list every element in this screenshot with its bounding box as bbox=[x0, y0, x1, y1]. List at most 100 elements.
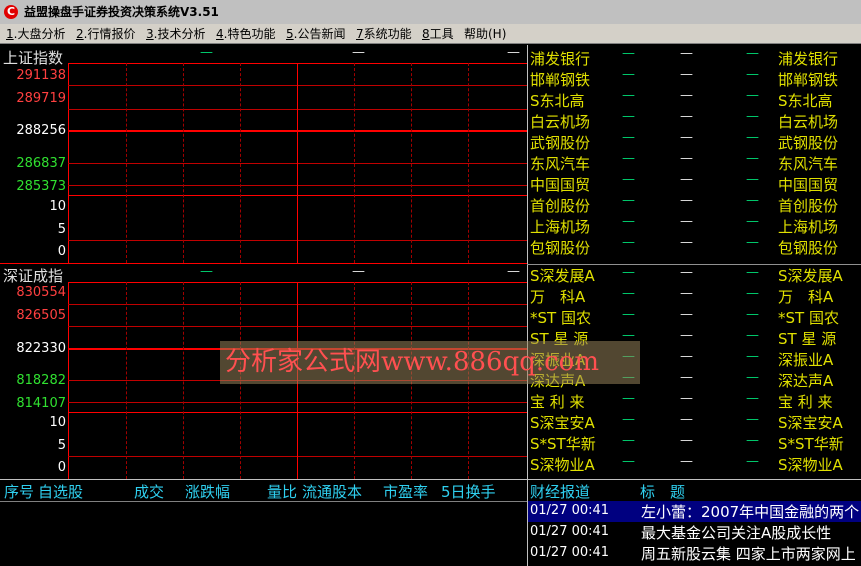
stock-value: — bbox=[746, 265, 759, 280]
stock-value: — bbox=[680, 454, 693, 469]
stock-value: — bbox=[680, 328, 693, 343]
col-header-volume-ratio[interactable]: 量比 bbox=[267, 481, 297, 502]
stock-value: — bbox=[622, 307, 635, 322]
sh-axis-label: 285373 bbox=[16, 179, 66, 194]
stock-name-right[interactable]: S深宝安A bbox=[778, 412, 843, 433]
stock-value: — bbox=[746, 46, 759, 61]
menu-hotkey: 5 bbox=[286, 27, 294, 41]
stock-name-right[interactable]: *ST 国农 bbox=[778, 307, 839, 328]
stock-name-right[interactable]: 包钢股份 bbox=[778, 237, 838, 258]
stock-name-right[interactable]: S深发展A bbox=[778, 265, 843, 286]
sh-axis-label: 291138 bbox=[16, 68, 66, 83]
stock-name[interactable]: 东风汽车 bbox=[530, 153, 590, 174]
menu-label: 帮助(H) bbox=[464, 27, 507, 41]
stock-value: — bbox=[680, 193, 693, 208]
stock-name-right[interactable]: 上海机场 bbox=[778, 216, 838, 237]
stock-name-right[interactable]: 宝 利 来 bbox=[778, 391, 833, 412]
menu-item-system[interactable]: 7系统功能 bbox=[356, 25, 412, 43]
stock-value: — bbox=[746, 172, 759, 187]
stock-value: — bbox=[746, 67, 759, 82]
col-header-volume[interactable]: 成交 bbox=[134, 481, 164, 502]
stock-value: — bbox=[622, 391, 635, 406]
stock-value: — bbox=[746, 391, 759, 406]
stock-name-right[interactable]: 东风汽车 bbox=[778, 153, 838, 174]
sh-axis-label: 10 bbox=[49, 199, 66, 214]
stock-list-top: 浦发银行 邯郸钢铁 S东北高 白云机场 武钢股份 东风汽车 中国国贸 首创股份 … bbox=[528, 46, 861, 264]
stock-value: — bbox=[622, 109, 635, 124]
stock-name[interactable]: 万 科A bbox=[530, 286, 585, 307]
stock-name[interactable]: S深宝安A bbox=[530, 412, 595, 433]
stock-value: — bbox=[746, 349, 759, 364]
news-header-category[interactable]: 财经报道 bbox=[530, 481, 590, 502]
stock-name[interactable]: 包钢股份 bbox=[530, 237, 590, 258]
stock-name-right[interactable]: S深物业A bbox=[778, 454, 843, 475]
news-row-selected[interactable]: 01/27 00:41 左小蕾：2007年中国金融的两个 bbox=[528, 501, 861, 522]
menu-item-special-features[interactable]: 4.特色功能 bbox=[216, 25, 275, 43]
col-header-turnover-5d[interactable]: 5日换手 bbox=[441, 481, 496, 502]
stock-name-right[interactable]: 白云机场 bbox=[778, 111, 838, 132]
stock-name-right[interactable]: 万 科A bbox=[778, 286, 833, 307]
stock-name-right[interactable]: 中国国贸 bbox=[778, 174, 838, 195]
stock-name[interactable]: 宝 利 来 bbox=[530, 391, 585, 412]
grid-line bbox=[354, 63, 355, 263]
stock-name[interactable]: 中国国贸 bbox=[530, 174, 590, 195]
stock-name[interactable]: 武钢股份 bbox=[530, 132, 590, 153]
title-bar: C 益盟操盘手证券投资决策系统V3.51 bbox=[0, 0, 861, 24]
col-header-change[interactable]: 涨跌幅 bbox=[185, 481, 230, 502]
stock-value: — bbox=[746, 307, 759, 322]
stock-value: — bbox=[622, 46, 635, 61]
menu-item-help[interactable]: 帮助(H) bbox=[464, 25, 506, 43]
menu-label: 系统功能 bbox=[363, 27, 412, 41]
menu-item-market-analysis[interactable]: 1.大盘分析 bbox=[6, 25, 65, 43]
stock-name[interactable]: 白云机场 bbox=[530, 111, 590, 132]
stock-name[interactable]: 首创股份 bbox=[530, 195, 590, 216]
col-header-pe[interactable]: 市盈率 bbox=[383, 481, 428, 502]
stock-dash-column: — — — — — — — — — — bbox=[622, 46, 642, 256]
stock-name[interactable]: S东北高 bbox=[530, 90, 585, 111]
stock-name[interactable]: 邯郸钢铁 bbox=[530, 69, 590, 90]
stock-name-right[interactable]: S*ST华新 bbox=[778, 433, 844, 454]
stock-name[interactable]: S深发展A bbox=[530, 265, 595, 286]
sh-index-chart[interactable]: 上证指数 — — — 291138 289719 288256 286837 2… bbox=[0, 45, 527, 263]
menu-hotkey: 7 bbox=[356, 27, 364, 41]
stock-name-right[interactable]: S东北高 bbox=[778, 90, 833, 111]
stock-name[interactable]: *ST 国农 bbox=[530, 307, 591, 328]
menu-item-technical-analysis[interactable]: 3.技术分析 bbox=[146, 25, 205, 43]
stock-name-right[interactable]: 武钢股份 bbox=[778, 132, 838, 153]
stock-name[interactable]: S*ST华新 bbox=[530, 433, 596, 454]
stock-value: — bbox=[680, 46, 693, 61]
stock-value: — bbox=[622, 235, 635, 250]
stock-name-right[interactable]: 深达声A bbox=[778, 370, 833, 391]
sz-dash-1: — bbox=[200, 264, 213, 279]
stock-name-right[interactable]: 浦发银行 bbox=[778, 48, 838, 69]
stock-value: — bbox=[680, 151, 693, 166]
stock-name-right[interactable]: ST 星 源 bbox=[778, 328, 836, 349]
news-row[interactable]: 01/27 00:41 最大基金公司关注A股成长性 bbox=[528, 522, 861, 543]
stock-name-right[interactable]: 深振业A bbox=[778, 349, 833, 370]
col-header-float-shares[interactable]: 流通股本 bbox=[302, 481, 362, 502]
col-header-watchlist[interactable]: 自选股 bbox=[38, 481, 83, 502]
news-header-title: 标 题 bbox=[640, 483, 686, 501]
news-title: 周五新股云集 四家上市两家网上 bbox=[641, 545, 856, 563]
menu-item-announcements[interactable]: 5.公告新闻 bbox=[286, 25, 345, 43]
stock-value: — bbox=[680, 349, 693, 364]
stock-value: — bbox=[746, 214, 759, 229]
stock-name[interactable]: 上海机场 bbox=[530, 216, 590, 237]
stock-name[interactable]: 浦发银行 bbox=[530, 48, 590, 69]
col-header-index[interactable]: 序号 bbox=[4, 481, 34, 502]
menu-item-quotes[interactable]: 2.行情报价 bbox=[76, 25, 135, 43]
news-row[interactable]: 01/27 00:41 周五新股云集 四家上市两家网上 bbox=[528, 543, 861, 564]
stock-value: — bbox=[746, 412, 759, 427]
stock-name-right[interactable]: 邯郸钢铁 bbox=[778, 69, 838, 90]
watchlist-header: 序号 自选股 成交 涨跌幅 量比 流通股本 市盈率 5日换手 bbox=[0, 480, 527, 502]
watchlist-table-body[interactable] bbox=[0, 502, 527, 566]
sz-axis-label: 826505 bbox=[16, 308, 66, 323]
stock-value: — bbox=[746, 328, 759, 343]
sz-axis-label: 10 bbox=[49, 415, 66, 430]
news-time: 01/27 00:41 bbox=[530, 524, 610, 539]
menu-item-tools[interactable]: 8工具 bbox=[422, 25, 454, 43]
stock-name-right[interactable]: 首创股份 bbox=[778, 195, 838, 216]
stock-value: — bbox=[746, 235, 759, 250]
stock-value: — bbox=[746, 109, 759, 124]
stock-name[interactable]: S深物业A bbox=[530, 454, 595, 475]
